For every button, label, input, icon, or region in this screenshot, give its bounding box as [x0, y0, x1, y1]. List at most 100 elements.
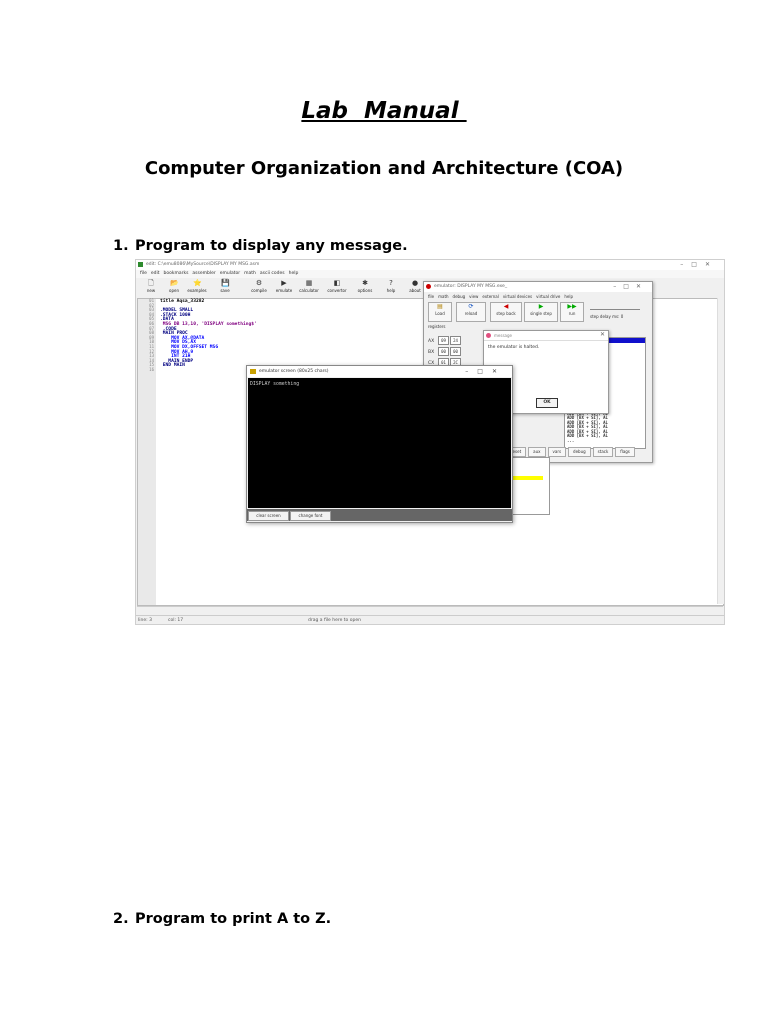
toolbar-label: options — [357, 288, 373, 293]
reload-icon: ⟳ — [468, 303, 474, 310]
emulator-screen-window: emulator screen (80x25 chars) –□✕ DISPLA… — [246, 365, 513, 523]
toolbar-label: new — [146, 288, 156, 293]
emulator-menu-view[interactable]: view — [469, 293, 478, 300]
stack-button[interactable]: stack — [592, 447, 614, 457]
open-button[interactable]: 📂 open — [163, 279, 185, 293]
window-controls: –□✕ — [613, 283, 648, 290]
help-icon: ? — [389, 279, 393, 287]
horizontal-scrollbar[interactable] — [137, 606, 723, 614]
load-button[interactable]: ▤ Load — [428, 302, 452, 322]
console-output: DISPLAY something — [248, 378, 511, 508]
menu-item-math[interactable]: math — [244, 270, 256, 278]
slider-track — [590, 309, 640, 310]
emulator-menu-math[interactable]: math — [438, 293, 448, 300]
section-title: Program to display any message. — [135, 238, 408, 254]
emu8086-screenshot: edit: C:\emu8086\MySource\DISPLAY MY MSG… — [135, 259, 725, 625]
toolbar-label: examples — [187, 288, 207, 293]
step-back-icon: ◀ — [503, 303, 509, 310]
step-delay-label: step delay ms: 0 — [590, 314, 624, 319]
single-step-button[interactable]: ▶ single step — [524, 302, 558, 322]
menu-item-file[interactable]: file — [140, 270, 147, 278]
emulator-bottom-buttons: reset aux vars debug stack flags — [504, 447, 650, 457]
status-line: line: 3 — [138, 618, 152, 623]
editor-window-title: edit: C:\emu8086\MySource\DISPLAY MY MSG… — [146, 262, 260, 267]
section-title: Program to print A to Z. — [135, 911, 332, 927]
menu-item-ascii-codes[interactable]: ascii codes — [260, 270, 285, 278]
emulator-menu-external[interactable]: external — [482, 293, 498, 300]
change-font-button[interactable]: change font — [290, 511, 331, 521]
section-heading-2: 2. Program to print A to Z. — [113, 911, 331, 927]
emulate-icon: ▶ — [281, 279, 287, 287]
menu-item-bookmarks[interactable]: bookmarks — [164, 270, 189, 278]
menu-item-edit[interactable]: edit — [151, 270, 160, 278]
console-text: DISPLAY something — [250, 382, 300, 387]
step-delay-slider[interactable]: step delay ms: 0 — [588, 303, 644, 321]
emulator-screen-buttons: clear screen change font — [247, 509, 512, 521]
registers-label: registers — [428, 324, 446, 329]
message-icon — [486, 333, 491, 338]
emulator-screen-title: emulator screen (80x25 chars) — [259, 369, 329, 374]
menu-item-emulator[interactable]: emulator — [220, 270, 240, 278]
emulator-menu-virtual-drive[interactable]: virtual drive — [536, 293, 560, 300]
toolbar-label: compile — [251, 288, 267, 293]
document-title: Lab Manual — [301, 98, 467, 124]
window-controls: –□✕ — [465, 368, 506, 375]
clear-screen-button[interactable]: clear screen — [248, 511, 289, 521]
line-number-gutter: 01 02 03 04 05 06 07 08 09 10 11 12 13 14 15 16 — [138, 298, 156, 605]
aux-button[interactable]: aux — [528, 447, 546, 457]
run-button[interactable]: ▶▶ run — [560, 302, 584, 322]
emulator-title: emulator: DISPLAY MY MSG.exe_ — [434, 284, 508, 289]
step-back-button[interactable]: ◀ step back — [490, 302, 522, 322]
editor-titlebar: edit: C:\emu8086\MySource\DISPLAY MY MSG… — [136, 260, 724, 270]
toolbar-label: open — [169, 288, 179, 293]
line-number: 16 — [149, 366, 154, 372]
emulator-screen-titlebar: emulator screen (80x25 chars) –□✕ — [247, 366, 512, 377]
toolbar-label: help — [386, 288, 396, 293]
toolbar-label: save — [220, 288, 230, 293]
window-controls: –□✕ — [680, 261, 718, 268]
emulator-icon — [426, 284, 431, 289]
ok-button[interactable]: OK — [536, 398, 558, 408]
examples-button[interactable]: ⭐ examples — [186, 279, 208, 293]
message-titlebar: message ✕ — [484, 331, 608, 341]
message-title: message — [494, 333, 512, 338]
toolbar-label: emulate — [275, 288, 293, 293]
calculator-button[interactable]: ▦ calculator — [298, 279, 320, 293]
convertor-button[interactable]: ◧ convertor — [326, 279, 348, 293]
menu-item-assembler[interactable]: assembler — [192, 270, 215, 278]
code-area[interactable]: title Aqsa_33282 .MODEL SMALL .STACK 100H.… — [160, 299, 257, 369]
message-text: the emulator is halted. — [488, 345, 540, 350]
editor-menubar: file edit bookmarks assembler emulator math as… — [136, 270, 724, 278]
vars-button[interactable]: vars — [547, 447, 567, 457]
close-icon[interactable]: ✕ — [600, 331, 605, 338]
status-bar: line: 3 col: 17 drag a file here to open — [136, 615, 724, 624]
app-icon — [138, 262, 143, 267]
emulator-menu-debug[interactable]: debug — [453, 293, 466, 300]
vertical-scrollbar[interactable] — [717, 298, 724, 604]
register-ax: AX 09 24 — [428, 336, 462, 345]
debug-button[interactable]: debug — [568, 447, 591, 457]
help-button[interactable]: ? help — [380, 279, 402, 293]
editor-toolbar: 🗋 new 📂 open ⭐ examples 💾 save ⚙ compile ▶ emulate ▦… — [136, 278, 424, 297]
emulator-menu-file[interactable]: file — [428, 293, 434, 300]
menu-item-help[interactable]: help — [289, 270, 299, 278]
screen-icon — [250, 369, 256, 374]
emulator-menu-virtual-devices[interactable]: virtual devices — [503, 293, 532, 300]
examples-icon: ⭐ — [193, 279, 202, 287]
new-button[interactable]: 🗋 new — [140, 279, 162, 293]
open-folder-icon: 📂 — [170, 279, 179, 287]
save-button[interactable]: 💾 save — [214, 279, 236, 293]
reload-button[interactable]: ⟳ reload — [456, 302, 486, 322]
load-icon: ▤ — [437, 303, 443, 310]
save-icon: 💾 — [221, 279, 230, 287]
document-subtitle: Computer Organization and Architecture (… — [144, 158, 624, 179]
compile-button[interactable]: ⚙ compile — [248, 279, 270, 293]
flags-button[interactable]: flags — [615, 447, 635, 457]
emulate-button[interactable]: ▶ emulate — [273, 279, 295, 293]
emulator-menu-help[interactable]: help — [564, 293, 573, 300]
options-button[interactable]: ✱ options — [354, 279, 376, 293]
about-icon: ● — [411, 279, 419, 287]
disasm-row[interactable]: ... — [565, 438, 645, 444]
highlight-bar — [511, 476, 543, 480]
emulator-menubar: file math debug view external virtual devices… — [424, 293, 652, 300]
